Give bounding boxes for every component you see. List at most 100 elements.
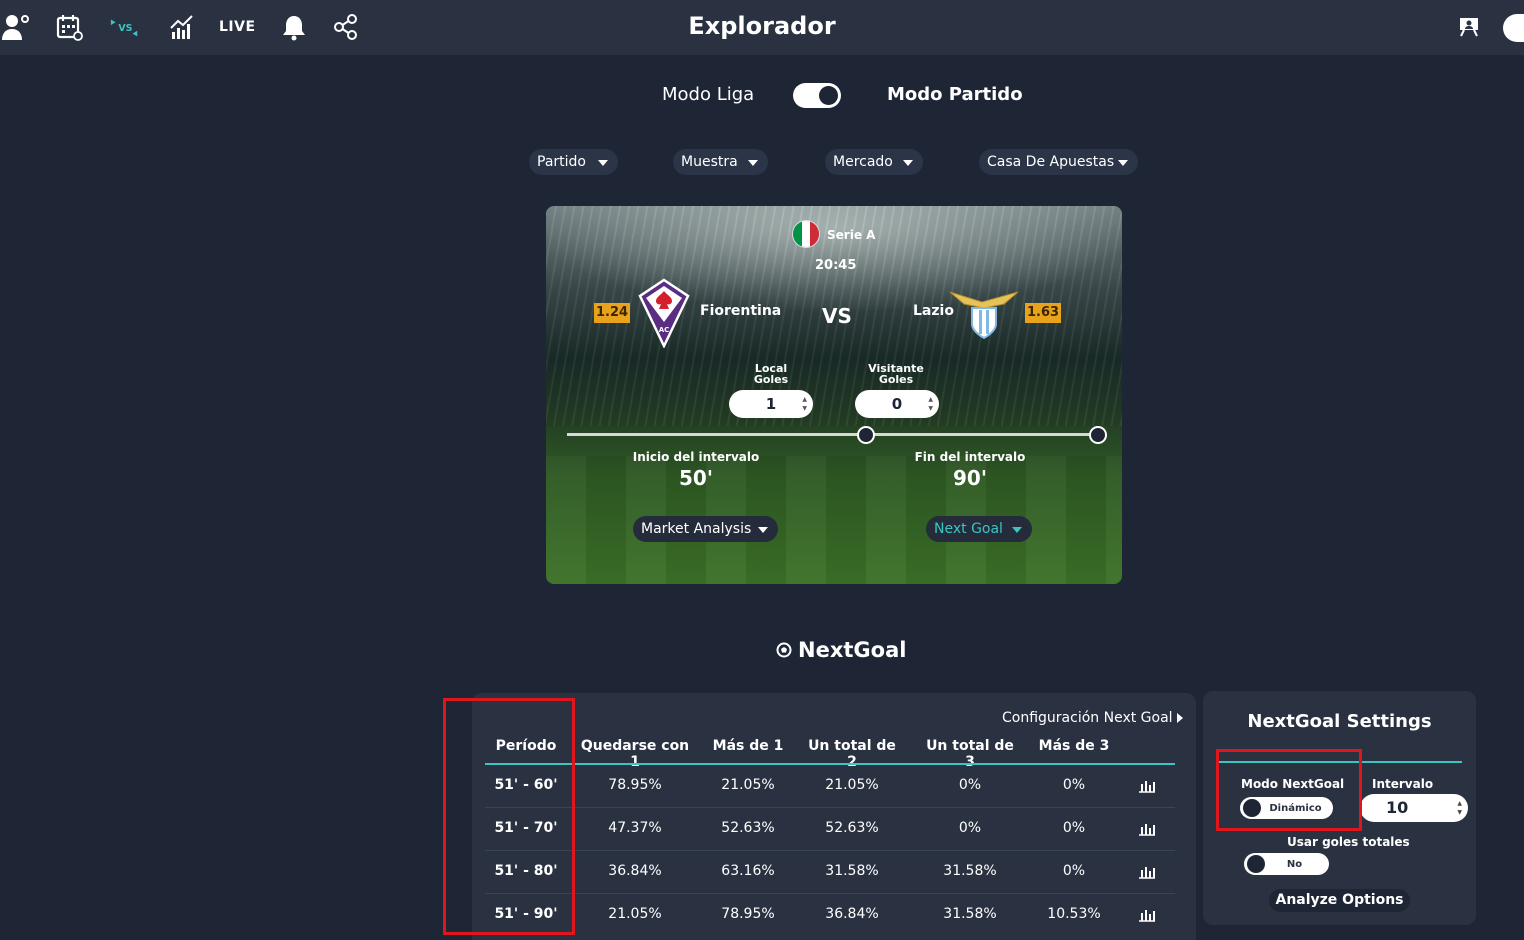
home-goals-label: Local Goles <box>736 363 806 385</box>
home-goals-stepper[interactable]: 1 ▲ ▼ <box>729 390 813 418</box>
filter-mercado-label: Mercado <box>833 154 893 170</box>
row-divider <box>485 893 1175 894</box>
filter-muestra[interactable]: Muestra <box>673 149 768 175</box>
interval-start-handle[interactable] <box>857 426 875 444</box>
italy-flag-icon <box>792 220 820 248</box>
home-goals-value: 1 <box>765 395 777 413</box>
row-cell: 10.53% <box>1047 906 1101 922</box>
total-goals-toggle[interactable]: No <box>1244 853 1329 875</box>
column-header-total-3: Un total de 3 <box>926 738 1014 770</box>
presentation-icon[interactable] <box>1453 11 1485 43</box>
filter-casa-label: Casa De Apuestas <box>987 154 1115 170</box>
row-cell: 31.58% <box>943 863 997 879</box>
row-cell: 21.05% <box>721 777 775 793</box>
analyze-options-button[interactable]: Analyze Options <box>1269 889 1410 912</box>
stepper-arrows-icon[interactable]: ▲ ▼ <box>928 395 933 413</box>
column-header-mas-de-3: Más de 3 <box>1038 738 1110 754</box>
lazio-crest-icon <box>948 288 1020 344</box>
chevron-right-icon <box>1176 713 1183 723</box>
interval-slider-track[interactable] <box>567 433 1098 436</box>
away-odds-badge: 1.63 <box>1025 303 1062 323</box>
filter-casa-de-apuestas[interactable]: Casa De Apuestas <box>979 149 1138 175</box>
row-cell: 0% <box>1062 777 1086 793</box>
row-cell: 47.37% <box>608 820 662 836</box>
total-goals-value: No <box>1286 858 1303 870</box>
intervalo-stepper[interactable]: 10 ▲ ▼ <box>1360 794 1468 822</box>
highlight-box-mode-nextgoal <box>1216 749 1362 831</box>
chevron-down-icon <box>903 160 913 166</box>
header-divider <box>485 763 1175 765</box>
mode-toggle-switch[interactable] <box>793 83 841 108</box>
row-cell: 31.58% <box>825 863 879 879</box>
interval-start-value: 50' <box>679 466 713 490</box>
filter-partido[interactable]: Partido <box>529 149 618 175</box>
chevron-down-icon <box>1118 160 1128 166</box>
bar-chart-icon[interactable] <box>1138 907 1156 922</box>
config-next-goal-link[interactable]: Configuración Next Goal <box>1002 710 1183 726</box>
row-cell: 36.84% <box>608 863 662 879</box>
market-type-select[interactable]: Next Goal <box>926 516 1032 542</box>
filter-mercado[interactable]: Mercado <box>825 149 923 175</box>
away-goals-label: Visitante Goles <box>861 363 931 385</box>
league-name: Serie A <box>827 228 876 242</box>
interval-start-label: Inicio del intervalo <box>632 450 760 464</box>
row-cell: 78.95% <box>721 906 775 922</box>
row-cell: 78.95% <box>608 777 662 793</box>
row-cell: 36.84% <box>825 906 879 922</box>
row-cell: 52.63% <box>825 820 879 836</box>
intervalo-value: 10 <box>1386 798 1409 817</box>
section-title: NextGoal <box>776 638 906 663</box>
row-cell: 21.05% <box>608 906 662 922</box>
column-header-quedarse: Quedarse con 1 <box>580 738 690 770</box>
row-cell: 0% <box>958 777 982 793</box>
nextgoal-table-panel: Configuración Next Goal Período Quedarse… <box>472 693 1196 940</box>
row-cell: 21.05% <box>825 777 879 793</box>
away-goals-value: 0 <box>891 395 903 413</box>
stepper-arrows-icon[interactable]: ▲ ▼ <box>1457 799 1462 817</box>
mode-toggle-knob <box>819 86 838 105</box>
mode-partido-label[interactable]: Modo Partido <box>887 84 1023 105</box>
chevron-down-icon <box>1012 527 1022 533</box>
intervalo-label: Intervalo <box>1372 777 1434 791</box>
mode-liga-label[interactable]: Modo Liga <box>662 84 754 105</box>
chevron-down-icon <box>598 160 608 166</box>
page-title: Explorador <box>688 12 836 40</box>
top-bar: VS LIVE Explorador <box>0 0 1524 55</box>
bar-chart-icon[interactable] <box>1138 864 1156 879</box>
row-cell: 0% <box>1062 863 1086 879</box>
row-cell: 63.16% <box>721 863 775 879</box>
svg-text:AC: AC <box>659 326 670 334</box>
interval-end-label: Fin del intervalo <box>914 450 1026 464</box>
toggle-knob <box>1247 855 1265 873</box>
home-goals-label-line2: Goles <box>753 373 789 386</box>
stepper-arrows-icon[interactable]: ▲ ▼ <box>802 395 807 413</box>
market-type-label: Next Goal <box>934 521 1003 537</box>
chevron-down-icon <box>748 160 758 166</box>
analysis-type-label: Market Analysis <box>641 521 752 537</box>
column-header-mas-de-1: Más de 1 <box>712 738 784 754</box>
bar-chart-icon[interactable] <box>1138 821 1156 836</box>
row-divider <box>485 850 1175 851</box>
soccer-ball-icon <box>776 639 792 663</box>
away-goals-label-line2: Goles <box>878 373 914 386</box>
section-title-text: NextGoal <box>798 638 907 662</box>
vs-label: VS <box>822 304 852 328</box>
filter-muestra-label: Muestra <box>681 154 738 170</box>
row-cell: 0% <box>1062 820 1086 836</box>
match-card: Serie A 20:45 1.24 AC Fiorentina VS Lazi… <box>546 206 1122 584</box>
kickoff-time: 20:45 <box>815 258 857 273</box>
away-goals-stepper[interactable]: 0 ▲ ▼ <box>855 390 939 418</box>
home-team-name: Fiorentina <box>700 303 782 319</box>
highlight-box-period-column <box>443 698 575 935</box>
filter-partido-label: Partido <box>537 154 586 170</box>
fiorentina-crest-icon: AC <box>638 278 690 352</box>
interval-end-handle[interactable] <box>1089 426 1107 444</box>
theme-toggle[interactable] <box>1503 14 1524 42</box>
analysis-type-select[interactable]: Market Analysis <box>633 516 778 542</box>
config-link-label: Configuración Next Goal <box>1002 710 1173 726</box>
bar-chart-icon[interactable] <box>1138 778 1156 793</box>
home-odds-badge: 1.24 <box>594 303 631 323</box>
interval-end-value: 90' <box>953 466 987 490</box>
total-goals-label: Usar goles totales <box>1287 835 1410 849</box>
row-cell: 0% <box>958 820 982 836</box>
